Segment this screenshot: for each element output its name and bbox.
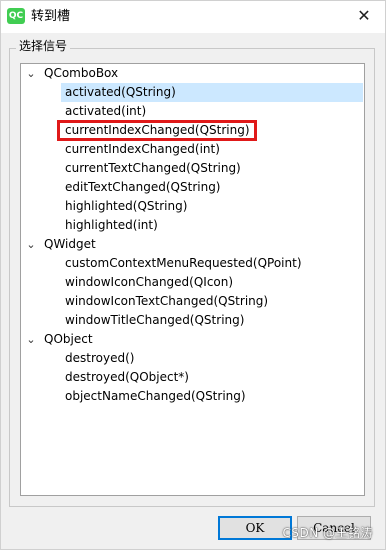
signal-item[interactable]: highlighted(QString) [65, 197, 187, 216]
signal-item[interactable]: activated(QString) [65, 83, 176, 102]
signal-item[interactable]: windowTitleChanged(QString) [65, 311, 244, 330]
expand-arrow-icon[interactable]: ⌄ [25, 330, 37, 349]
ok-button[interactable]: OK [218, 516, 292, 540]
annotation-red-box [57, 120, 257, 141]
tree-group-qwidget[interactable]: QWidget [44, 235, 96, 254]
signal-item[interactable]: destroyed(QObject*) [65, 368, 189, 387]
signal-item[interactable]: highlighted(int) [65, 216, 158, 235]
signal-item[interactable]: customContextMenuRequested(QPoint) [65, 254, 302, 273]
tree-group-qobject[interactable]: QObject [44, 330, 93, 349]
signal-item[interactable]: destroyed() [65, 349, 134, 368]
title-bar: QC 转到槽 ✕ [1, 1, 385, 33]
groupbox-label: 选择信号 [16, 38, 71, 54]
window-title: 转到槽 [31, 9, 71, 24]
watermark: CSDN @王铭涛 [282, 526, 373, 540]
signal-item[interactable]: windowIconChanged(QIcon) [65, 273, 233, 292]
signal-item[interactable]: windowIconTextChanged(QString) [65, 292, 268, 311]
qt-app-icon: QC [7, 8, 25, 24]
close-icon[interactable]: ✕ [353, 5, 375, 27]
tree-group-qcombobox[interactable]: QComboBox [44, 64, 118, 83]
signal-tree[interactable]: ⌄ QComboBox activated(QString) activated… [20, 63, 365, 496]
signal-item[interactable]: editTextChanged(QString) [65, 178, 221, 197]
expand-arrow-icon[interactable]: ⌄ [25, 64, 37, 83]
signal-item[interactable]: currentTextChanged(QString) [65, 159, 241, 178]
signal-item[interactable]: activated(int) [65, 102, 146, 121]
signal-item[interactable]: currentIndexChanged(int) [65, 140, 220, 159]
goto-slot-dialog: QC 转到槽 ✕ 选择信号 ⌄ QComboBox activated(QStr… [0, 0, 386, 550]
expand-arrow-icon[interactable]: ⌄ [25, 235, 37, 254]
signal-item[interactable]: objectNameChanged(QString) [65, 387, 246, 406]
